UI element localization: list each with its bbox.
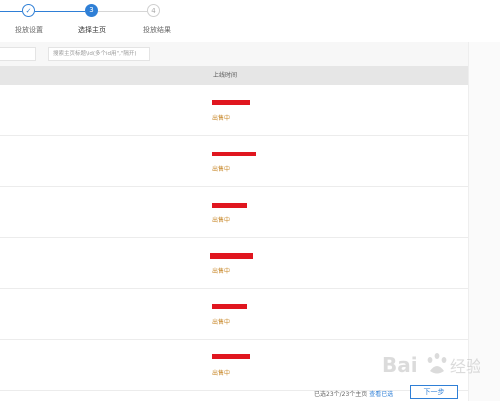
filter-bar: 搜索主页标题\id(多个id用","隔开) — [0, 42, 468, 66]
step-label-select-homepage: 选择主页 — [78, 26, 106, 34]
step-progress: ✓ 3 4 投放设置 选择主页 投放结果 — [0, 0, 500, 42]
redacted-date — [210, 253, 253, 259]
baidu-jingyan-watermark-icon: Bai 经验 — [382, 353, 480, 377]
svg-text:经验: 经验 — [450, 357, 480, 376]
status-badge: 出售中 — [212, 319, 231, 326]
step-connector — [35, 11, 85, 12]
search-input[interactable]: 搜索主页标题\id(多个id用","隔开) — [48, 47, 150, 61]
redacted-date — [212, 354, 250, 359]
step-3-indicator: 3 — [85, 4, 98, 17]
redacted-date — [212, 100, 250, 105]
step-4-indicator: 4 — [147, 4, 160, 17]
step-label-placement-results: 投放结果 — [143, 26, 171, 34]
filter-select[interactable] — [0, 47, 36, 61]
selection-summary: 已选23个/23个主页 查看已选 — [314, 389, 393, 398]
svg-text:Bai: Bai — [382, 353, 418, 377]
status-badge: 出售中 — [212, 370, 231, 377]
status-badge: 出售中 — [212, 217, 231, 224]
selected-count-text: 已选23个/23个主页 — [314, 391, 368, 398]
step-connector — [0, 11, 22, 12]
table-row[interactable]: 出售中 — [0, 238, 468, 289]
step-2-done-check-icon: ✓ — [22, 4, 35, 17]
view-selected-link[interactable]: 查看已选 — [369, 391, 393, 398]
table-row[interactable]: 出售中 — [0, 85, 468, 136]
status-badge: 出售中 — [212, 268, 231, 275]
table-header: 上线时间 — [0, 66, 468, 85]
redacted-date — [212, 152, 256, 156]
status-badge: 出售中 — [212, 115, 231, 122]
table-row[interactable]: 出售中 — [0, 187, 468, 238]
step-label-placement-settings: 投放设置 — [15, 26, 43, 34]
status-badge: 出售中 — [212, 166, 231, 173]
next-step-button[interactable]: 下一步 — [410, 385, 458, 399]
table-row[interactable]: 出售中 — [0, 289, 468, 340]
table-row[interactable]: 出售中 — [0, 136, 468, 187]
redacted-date — [212, 203, 247, 208]
step-connector — [98, 11, 147, 12]
redacted-date — [212, 304, 247, 309]
column-header-update-time[interactable]: 上线时间 — [213, 66, 237, 85]
